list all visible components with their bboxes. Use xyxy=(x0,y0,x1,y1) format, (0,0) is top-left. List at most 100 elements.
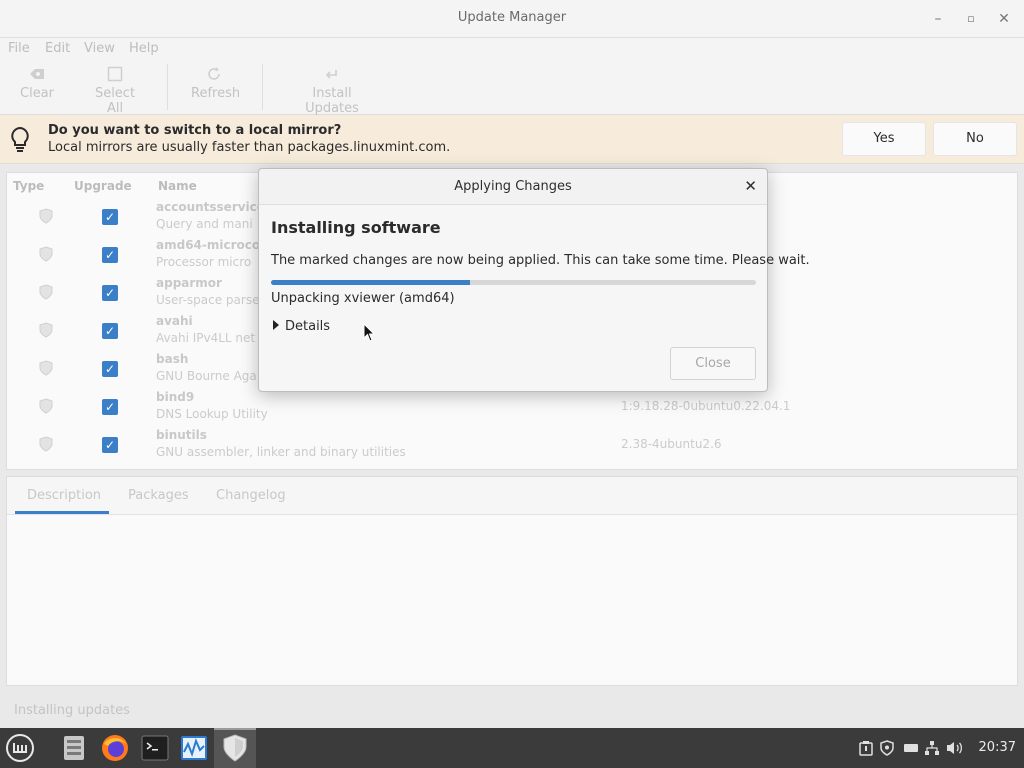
package-description: Processor micro xyxy=(156,255,252,269)
dialog-titlebar: Applying Changes ✕ xyxy=(259,169,767,205)
clipboard-icon[interactable] xyxy=(859,740,873,756)
refresh-icon xyxy=(191,66,237,86)
mirror-infobar: Do you want to switch to a local mirror?… xyxy=(0,115,1024,164)
package-description: DNS Lookup Utility xyxy=(156,407,268,421)
column-header-name[interactable]: Name xyxy=(158,179,197,193)
package-description: Avahi IPv4LL net xyxy=(156,331,256,345)
toolbar: Clear Select All Refresh Install Updates xyxy=(0,60,1024,116)
package-name: bash xyxy=(156,352,189,366)
mouse-pointer-icon xyxy=(363,322,376,343)
expander-triangle-icon xyxy=(273,320,279,330)
system-monitor-icon[interactable] xyxy=(177,732,211,764)
select-all-button[interactable]: Select All xyxy=(86,66,144,116)
dialog-heading: Installing software xyxy=(271,218,441,237)
upgrade-checkbox[interactable]: ✓ xyxy=(102,209,118,225)
menu-view[interactable]: View xyxy=(84,41,115,56)
detail-pane: Description Packages Changelog xyxy=(6,476,1018,686)
package-version: 1:9.18.28-0ubuntu0.22.04.1 xyxy=(621,399,791,413)
update-manager-icon[interactable] xyxy=(218,732,252,764)
progress-status: Unpacking xviewer (amd64) xyxy=(271,291,455,306)
lightbulb-icon xyxy=(9,126,31,154)
toolbar-separator xyxy=(262,64,263,110)
package-version: 2.38-4ubuntu2.6 xyxy=(621,437,722,451)
detail-tabbar: Description Packages Changelog xyxy=(7,477,1017,515)
eraser-icon xyxy=(20,66,54,86)
yes-button[interactable]: Yes xyxy=(842,122,926,156)
menu-bar: File Edit View Help xyxy=(0,38,1024,60)
no-button[interactable]: No xyxy=(933,122,1017,156)
package-description: User-space parse xyxy=(156,293,260,307)
firefox-icon[interactable] xyxy=(98,732,132,764)
toolbar-separator xyxy=(167,64,168,110)
shield-icon xyxy=(39,322,53,338)
tab-packages[interactable]: Packages xyxy=(128,488,189,503)
clear-label: Clear xyxy=(20,86,54,101)
clear-button[interactable]: Clear xyxy=(20,66,54,101)
minimize-button[interactable]: – xyxy=(927,8,949,30)
package-name: bind9 xyxy=(156,390,195,404)
install-updates-label: Install Updates xyxy=(305,86,359,116)
menu-edit[interactable]: Edit xyxy=(45,41,70,56)
install-icon xyxy=(286,66,378,86)
upgrade-checkbox[interactable]: ✓ xyxy=(102,323,118,339)
dialog-title: Applying Changes xyxy=(454,179,572,194)
close-button[interactable]: Close xyxy=(670,347,756,380)
details-expander[interactable]: Details xyxy=(273,319,330,334)
menu-icon[interactable] xyxy=(3,732,37,764)
upgrade-checkbox[interactable]: ✓ xyxy=(102,361,118,377)
package-description: Query and mani xyxy=(156,217,253,231)
table-row[interactable]: ✓ bind9 DNS Lookup Utility 1:9.18.28-0ub… xyxy=(7,388,1017,426)
refresh-label: Refresh xyxy=(191,86,241,101)
volume-icon[interactable] xyxy=(946,740,964,756)
package-name: binutils xyxy=(156,428,207,442)
details-label: Details xyxy=(285,319,331,334)
menu-help[interactable]: Help xyxy=(129,41,159,56)
package-name: accountsservice xyxy=(156,200,265,214)
shield-icon xyxy=(39,284,53,300)
shield-icon xyxy=(39,246,53,262)
upgrade-checkbox[interactable]: ✓ xyxy=(102,437,118,453)
progress-fill xyxy=(271,280,470,285)
window-close-button[interactable]: ✕ xyxy=(993,8,1015,30)
table-row[interactable]: ✓ binutils GNU assembler, linker and bin… xyxy=(7,426,1017,464)
upgrade-checkbox[interactable]: ✓ xyxy=(102,285,118,301)
infobar-subtext: Local mirrors are usually faster than pa… xyxy=(48,140,451,155)
package-name: apparmor xyxy=(156,276,222,290)
shield-icon xyxy=(39,436,53,452)
clock[interactable]: 20:37 xyxy=(979,740,1016,755)
active-tab-indicator xyxy=(15,511,109,514)
shield-icon xyxy=(39,398,53,414)
status-text: Installing updates xyxy=(14,703,130,718)
shield-icon xyxy=(39,208,53,224)
select-all-label: Select All xyxy=(94,86,136,116)
package-description: GNU assembler, linker and binary utiliti… xyxy=(156,445,406,459)
terminal-icon[interactable] xyxy=(138,732,172,764)
dialog-close-icon[interactable]: ✕ xyxy=(744,177,757,195)
file-manager-icon[interactable] xyxy=(57,732,91,764)
package-name: amd64-microco xyxy=(156,238,261,252)
applying-changes-dialog: Applying Changes ✕ Installing software T… xyxy=(258,168,810,392)
progress-bar xyxy=(271,280,756,285)
upgrade-checkbox[interactable]: ✓ xyxy=(102,399,118,415)
tab-description[interactable]: Description xyxy=(27,488,101,503)
tab-changelog[interactable]: Changelog xyxy=(216,488,286,503)
window-title: Update Manager xyxy=(457,10,567,25)
package-description: GNU Bourne Aga xyxy=(156,369,257,383)
shield-icon xyxy=(39,360,53,376)
network-icon[interactable] xyxy=(924,740,940,756)
column-header-type[interactable]: Type xyxy=(13,179,44,193)
maximize-button[interactable]: ▫ xyxy=(960,8,982,30)
taskbar: 20:37 xyxy=(0,728,1024,768)
upgrade-checkbox[interactable]: ✓ xyxy=(102,247,118,263)
select-all-icon xyxy=(86,66,144,86)
refresh-button[interactable]: Refresh xyxy=(191,66,241,101)
package-name: avahi xyxy=(156,314,193,328)
window-titlebar: Update Manager – ▫ ✕ xyxy=(0,0,1024,38)
install-updates-button[interactable]: Install Updates xyxy=(286,66,378,116)
menu-file[interactable]: File xyxy=(8,41,30,56)
dialog-message: The marked changes are now being applied… xyxy=(271,253,810,268)
drive-icon[interactable] xyxy=(903,740,919,756)
shield-tray-icon[interactable] xyxy=(880,740,894,756)
infobar-question: Do you want to switch to a local mirror? xyxy=(48,123,342,138)
column-header-upgrade[interactable]: Upgrade xyxy=(74,179,132,193)
